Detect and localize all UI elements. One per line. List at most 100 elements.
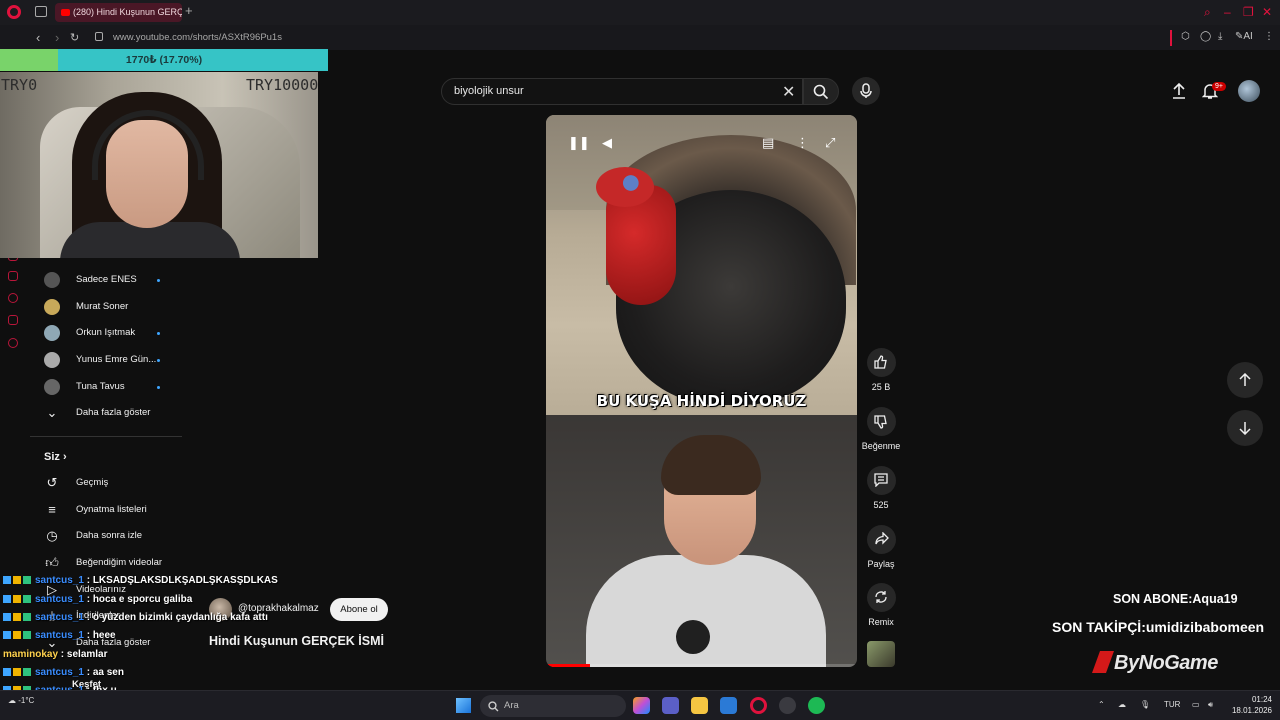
subscription-label: Yunus Emre Gün... [76, 354, 157, 365]
start-button[interactable] [456, 698, 471, 713]
pinboard-icon[interactable] [8, 271, 18, 281]
subscription-item[interactable]: Tuna Tavus [44, 378, 174, 398]
language-indicator[interactable]: TUR [1164, 700, 1180, 709]
dislike-button[interactable] [867, 407, 896, 436]
settings-icon[interactable] [8, 338, 18, 348]
microphone-icon [860, 83, 872, 98]
browser-tab-active[interactable]: (280) Hindi Kuşunun GERÇEK İSMİ [55, 3, 182, 22]
subscribe-button[interactable]: Abone ol [330, 598, 388, 621]
discord-icon[interactable] [779, 697, 796, 714]
network-icon[interactable]: ☁ [1118, 700, 1126, 709]
reload-icon[interactable]: ↻ [70, 31, 79, 44]
chevron-right-icon: › [62, 451, 67, 463]
teams-icon[interactable] [662, 697, 679, 714]
captions-icon[interactable]: ▤ [762, 135, 774, 151]
chat-badges-icon [3, 594, 35, 605]
clock[interactable]: 01:24 18.01.2026 [1230, 694, 1272, 716]
channel-avatar [44, 379, 60, 395]
copilot-icon[interactable] [633, 697, 650, 714]
webcam-overlay [0, 72, 318, 258]
chat-username: santcus_1 [35, 594, 84, 605]
profile-icon[interactable]: ◯ [1200, 31, 1211, 42]
show-more-label: Daha fazla göster [76, 407, 151, 418]
comment-count: 525 [873, 500, 889, 510]
sidebar-item-history[interactable]: ↺ Geçmiş [44, 474, 184, 494]
show-more-subscriptions-button[interactable]: ⌄ Daha fazla göster [44, 404, 184, 424]
sponsor-logo: ByNoGame [1091, 651, 1218, 675]
lapel-mic [676, 620, 710, 654]
browser-tab-bar: (280) Hindi Kuşunun GERÇEK İSMİ + ⌕ – ❐ … [0, 0, 1280, 25]
remix-label: Remix [868, 617, 894, 627]
history-sidebar-icon[interactable] [8, 293, 18, 303]
previous-video-button[interactable] [1227, 362, 1263, 398]
clear-search-icon[interactable]: ✕ [782, 82, 795, 102]
weather-widget[interactable]: ☁ -1°C [8, 696, 34, 705]
dislike-label: Beğenme [861, 441, 901, 451]
sidebar-item-label: Oynatma listeleri [76, 504, 147, 515]
aria-ai-icon[interactable]: ✎AI [1235, 31, 1253, 42]
you-section-heading[interactable]: Siz › [44, 451, 67, 463]
sidebar-divider [30, 436, 182, 437]
volume-icon[interactable]: ◀ [602, 135, 612, 151]
chat-username: santcus_1 [35, 630, 84, 641]
extensions-icon[interactable]: ⬡ [1181, 31, 1190, 42]
presenter-hair [661, 435, 761, 495]
sidebar-item-playlists[interactable]: ≡ Oynatma listeleri [44, 501, 184, 521]
new-tab-button[interactable]: + [185, 3, 193, 18]
subscription-item[interactable]: Murat Soner [44, 298, 174, 318]
messenger-icon[interactable] [8, 315, 18, 325]
spotify-icon[interactable] [808, 697, 825, 714]
subscription-item[interactable]: Orkun Işıtmak [44, 324, 174, 344]
search-tabs-icon[interactable]: ⌕ [1204, 5, 1211, 20]
opera-gx-icon[interactable] [750, 697, 767, 714]
chat-message: santcus_1 : aa sen [3, 667, 124, 678]
chat-username: santcus_1 [35, 667, 84, 678]
file-explorer-icon[interactable] [691, 697, 708, 714]
opera-menu-icon[interactable] [7, 5, 21, 19]
sidebar-item-watch-later[interactable]: ◷ Daha sonra izle [44, 527, 184, 547]
workspaces-icon[interactable] [35, 6, 47, 17]
upload-icon[interactable] [1171, 82, 1187, 100]
download-icon[interactable]: ⤓ [1218, 31, 1222, 42]
channel-avatar [44, 299, 60, 315]
browser-menu-icon[interactable]: ⋮ [1264, 31, 1274, 42]
taskbar-search[interactable]: Ara [480, 695, 626, 717]
pause-icon[interactable]: ❚❚ [568, 135, 590, 151]
more-options-icon[interactable]: ⋮ [796, 135, 809, 151]
remix-button[interactable] [867, 583, 896, 612]
display-icon[interactable]: ▭ [1192, 700, 1200, 709]
volume-tray-icon[interactable]: 🔊︎ [1208, 700, 1213, 710]
minimize-icon[interactable]: – [1224, 5, 1231, 19]
todo-icon[interactable] [720, 697, 737, 714]
url-field[interactable]: www.youtube.com/shorts/ASXtR96Pu1s [113, 32, 282, 43]
last-subscriber-label: SON ABONE:Aqua19 [1113, 592, 1238, 606]
sound-thumbnail[interactable] [867, 641, 895, 667]
back-icon[interactable]: ‹ [36, 30, 40, 45]
sidebar-item-liked-videos[interactable]: 👍︎ Beğendiğim videolar [44, 554, 184, 574]
subscription-label: Orkun Işıtmak [76, 327, 136, 338]
account-avatar[interactable] [1238, 80, 1260, 102]
like-count: 25 B [871, 382, 891, 392]
youtube-favicon-icon [61, 9, 70, 16]
notification-badge: 9+ [1212, 82, 1226, 91]
you-heading-label: Siz [44, 451, 60, 463]
next-video-button[interactable] [1227, 410, 1263, 446]
search-input[interactable]: biyolojik unsur ✕ [441, 78, 803, 105]
voice-search-button[interactable] [852, 77, 880, 105]
mic-tray-icon[interactable]: 🎙︎ [1140, 700, 1150, 709]
share-button[interactable] [867, 525, 896, 554]
fullscreen-icon[interactable]: ⤢ [825, 135, 835, 151]
like-button[interactable] [867, 348, 896, 377]
maximize-icon[interactable]: ❐ [1243, 5, 1254, 19]
close-icon[interactable]: ✕ [1262, 5, 1272, 19]
shorts-video-player[interactable]: BU KUŞA HİNDİ DİYORUZ ❚❚ ◀ ▤ ⋮ ⤢ [546, 115, 857, 667]
tray-overflow-icon[interactable]: ⌃ [1098, 700, 1105, 709]
forward-icon[interactable]: › [55, 30, 59, 45]
new-content-dot [157, 386, 160, 389]
comments-button[interactable] [867, 466, 896, 495]
video-progress-track[interactable] [546, 664, 857, 667]
subscription-item[interactable]: Yunus Emre Gün... [44, 351, 174, 371]
chat-text: aa sen [92, 667, 124, 678]
search-button[interactable] [803, 78, 839, 105]
subscription-item[interactable]: Sadece ENES [44, 271, 174, 291]
